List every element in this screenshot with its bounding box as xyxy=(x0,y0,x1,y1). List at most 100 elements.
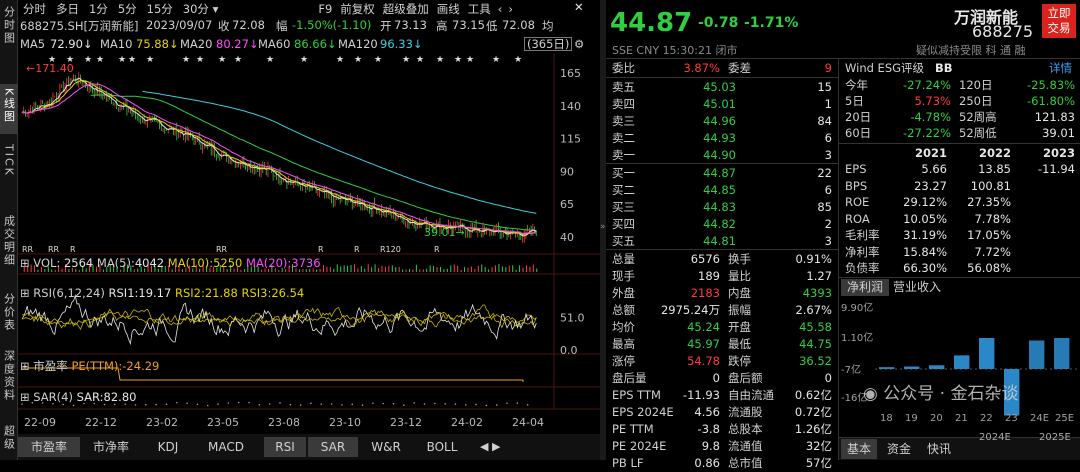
expand-icon[interactable]: ⊞ xyxy=(20,286,33,300)
back-icon[interactable]: ‹ xyxy=(495,2,506,16)
draw-button[interactable]: 画线 xyxy=(433,1,464,17)
expand-icon[interactable]: ⊞ xyxy=(20,359,33,373)
expand-icon[interactable]: ⊞ xyxy=(20,256,33,270)
date-tick: 24-04 xyxy=(512,416,544,429)
tab-net-profit[interactable]: 净利润 xyxy=(841,279,889,296)
vtab-super[interactable]: 超级 xyxy=(0,425,18,454)
close-value: 72.08 xyxy=(232,18,265,32)
adjust-button[interactable]: 前复权 xyxy=(336,1,379,17)
fundamentals: Wind ESG评级 BB 详情 今年 -27.24% 120日 -25.83% 5日 5… xyxy=(839,59,1080,460)
tab-funds[interactable]: 资金 xyxy=(881,439,917,459)
stat-value: 36.52 xyxy=(799,354,832,368)
diff-value: 9 xyxy=(824,61,832,75)
stat-value: 0 xyxy=(824,371,832,385)
wechat-icon: ◉ xyxy=(863,384,884,404)
volume-bar xyxy=(378,268,380,272)
volume-bar xyxy=(333,268,335,272)
vtab-kline[interactable]: K线图 xyxy=(0,84,18,134)
stat-label: 跌停 xyxy=(728,354,751,368)
tab-wr[interactable]: W&R xyxy=(358,437,414,457)
rsi3-label: RSI3: xyxy=(241,286,272,300)
esg-rating: BB xyxy=(935,61,953,75)
period-multiday[interactable]: 多日 xyxy=(51,1,84,17)
ma10-line xyxy=(21,79,537,235)
expand-icon[interactable]: ⊞ xyxy=(20,390,33,404)
sar-dot xyxy=(320,403,323,405)
ask-volume: 15 xyxy=(817,80,832,94)
vtab-price-table[interactable]: 分价表 xyxy=(0,293,18,335)
stat-label: 最低 xyxy=(728,337,751,351)
vtab-intraday[interactable]: 分时图 xyxy=(0,6,18,48)
esg-label: Wind ESG评级 xyxy=(845,61,925,75)
tab-revenue[interactable]: 营业收入 xyxy=(893,279,941,296)
star-icon: ★ xyxy=(266,55,274,65)
sar-dot xyxy=(495,404,498,406)
ask-label: 卖四 xyxy=(612,97,635,111)
info-tabs: 基本 资金 快讯 2024E 2025E xyxy=(839,432,1080,460)
date-tick: 23-08 xyxy=(268,416,300,429)
period-1min[interactable]: 1分 xyxy=(84,1,113,17)
volume-bar xyxy=(412,269,414,272)
price-tick: 90 xyxy=(560,165,574,178)
tab-rsi[interactable]: RSI xyxy=(264,437,306,457)
diff-label: 委差 xyxy=(728,61,751,75)
volume-bar xyxy=(388,265,390,272)
stat-label: 开盘 xyxy=(728,320,751,334)
settings-gear-icon[interactable]: ⚙ xyxy=(574,37,584,51)
ma10-value: 75.88↓ xyxy=(136,37,179,51)
star-icon: ★ xyxy=(354,55,362,65)
tab-sar[interactable]: SAR xyxy=(308,437,358,457)
fin-value: 100.81 xyxy=(970,178,1011,193)
rr-label: R xyxy=(434,245,440,254)
volume-bar xyxy=(426,268,428,272)
f9-button[interactable]: F9 xyxy=(314,2,336,16)
volume-bar xyxy=(415,264,417,272)
mini-bar xyxy=(1029,340,1045,369)
volume-bar xyxy=(422,269,424,272)
vol-ma5-value: 4042 xyxy=(134,256,165,270)
price-axis: 165 140 115 90 65 40 xyxy=(560,67,581,244)
overlay-button[interactable]: 超级叠加 xyxy=(379,1,433,17)
mini-x-label: 24E xyxy=(1030,413,1049,424)
tab-news[interactable]: 快讯 xyxy=(921,439,957,459)
rr-label: R xyxy=(354,245,360,254)
range-selector[interactable]: (365日) xyxy=(524,37,573,51)
tab-boll[interactable]: BOLL xyxy=(414,437,470,457)
volume-bar xyxy=(360,266,362,272)
date-tick: 24-02 xyxy=(451,416,483,429)
bid-label: 买一 xyxy=(612,166,635,180)
vtab-tick[interactable]: TICK xyxy=(0,144,18,180)
rsi2-value: 21.88 xyxy=(204,286,238,300)
period-15min[interactable]: 15分 xyxy=(142,1,178,17)
stat-label: 总股本 xyxy=(728,422,763,436)
fin-value: 15.84% xyxy=(903,244,947,259)
tab-basic[interactable]: 基本 xyxy=(841,439,877,459)
volume-bar xyxy=(371,267,373,272)
tab-pb[interactable]: 市净率 xyxy=(80,437,142,457)
star-icon: ★ xyxy=(146,55,154,65)
trade-button[interactable]: 立即交易 xyxy=(1042,4,1076,38)
ask-volume: 6 xyxy=(824,131,832,145)
period-5min[interactable]: 5分 xyxy=(113,1,142,17)
tab-kdj[interactable]: KDJ xyxy=(142,437,194,457)
period-intraday[interactable]: 分时 xyxy=(18,1,51,17)
perf-label: 52周高 xyxy=(959,110,997,124)
stat-value: 4.56 xyxy=(694,405,720,419)
volume-bar xyxy=(347,265,349,272)
tab-pe[interactable]: 市盈率 xyxy=(18,437,80,457)
esg-detail-link[interactable]: 详情 xyxy=(1049,60,1072,77)
tab-more-icon[interactable]: ◀ ▶ xyxy=(480,440,500,453)
tab-macd[interactable]: MACD xyxy=(194,437,258,457)
tools-button[interactable]: 工具 xyxy=(464,1,495,17)
stat-value: 1.26亿 xyxy=(794,422,832,436)
bar-date: 2023/09/07 xyxy=(146,18,213,32)
close-icon[interactable]: ✕ xyxy=(574,0,584,14)
stat-value: 57亿 xyxy=(805,456,832,470)
left-vertical-nav: 分时图 K线图 TICK 成交明细 分价表 深度资料 超级 xyxy=(0,0,18,460)
forward-icon[interactable]: › xyxy=(505,2,516,16)
vtab-deep-data[interactable]: 深度资料 xyxy=(0,350,18,405)
vtab-trade-detail[interactable]: 成交明细 xyxy=(0,215,18,270)
period-30min[interactable]: 30分 ▾ xyxy=(178,1,224,17)
sar-dot xyxy=(526,404,529,406)
bid-label: 买三 xyxy=(612,200,635,214)
